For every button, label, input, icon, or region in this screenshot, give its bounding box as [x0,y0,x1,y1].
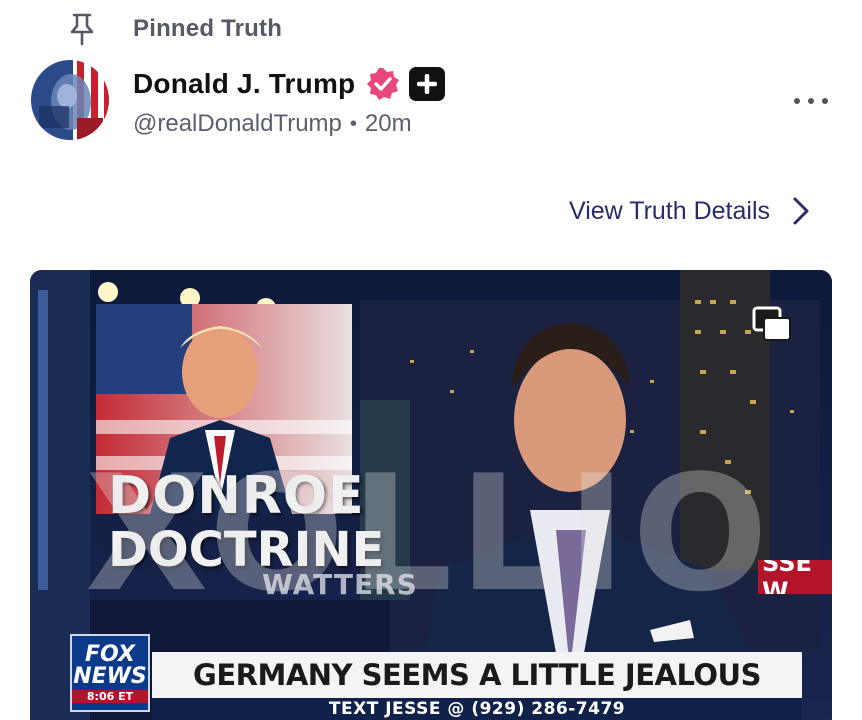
watermark: XOLLIO [85,440,775,627]
sub-banner: TEXT JESSE @ (929) 286-7479 [152,698,802,720]
post-media[interactable]: WATTERS SSE W DONROE DOCTRINE XOLLIO FOX… [30,270,832,720]
meta-separator: • [349,112,357,135]
verified-badge-icon [367,68,400,100]
more-dots-icon[interactable] [794,86,828,116]
fox-logo-line2: NEWS [73,663,147,689]
fox-news-logo: FOX NEWS 8:06 ET [70,634,150,712]
fox-logo-time: 8:06 ET [72,689,148,703]
multiple-media-icon[interactable] [752,306,794,342]
plus-badge-icon [409,67,446,101]
pinned-header: Pinned Truth [66,10,282,48]
author-name-row: Donald J. Trump [133,66,446,102]
post-timestamp: 20m [364,110,412,137]
author-display-name[interactable]: Donald J. Trump [133,68,355,100]
author-handle[interactable]: @realDonaldTrump [133,110,342,138]
headline-banner: GERMANY SEEMS A LITTLE JEALOUS [152,652,802,698]
avatar[interactable] [31,60,109,140]
chevron-right-icon [793,197,809,225]
pinned-label: Pinned Truth [133,15,283,42]
author-meta: @realDonaldTrump • 20m [133,110,412,138]
fox-logo-line1: FOX [85,641,135,667]
subline-text: TEXT JESSE @ (929) 286-7479 [328,699,626,719]
pin-icon [66,11,98,47]
view-truth-details-label: View Truth Details [569,196,771,225]
view-truth-details-link[interactable]: View Truth Details [569,196,810,226]
headline-text: GERMANY SEEMS A LITTLE JEALOUS [193,658,761,692]
